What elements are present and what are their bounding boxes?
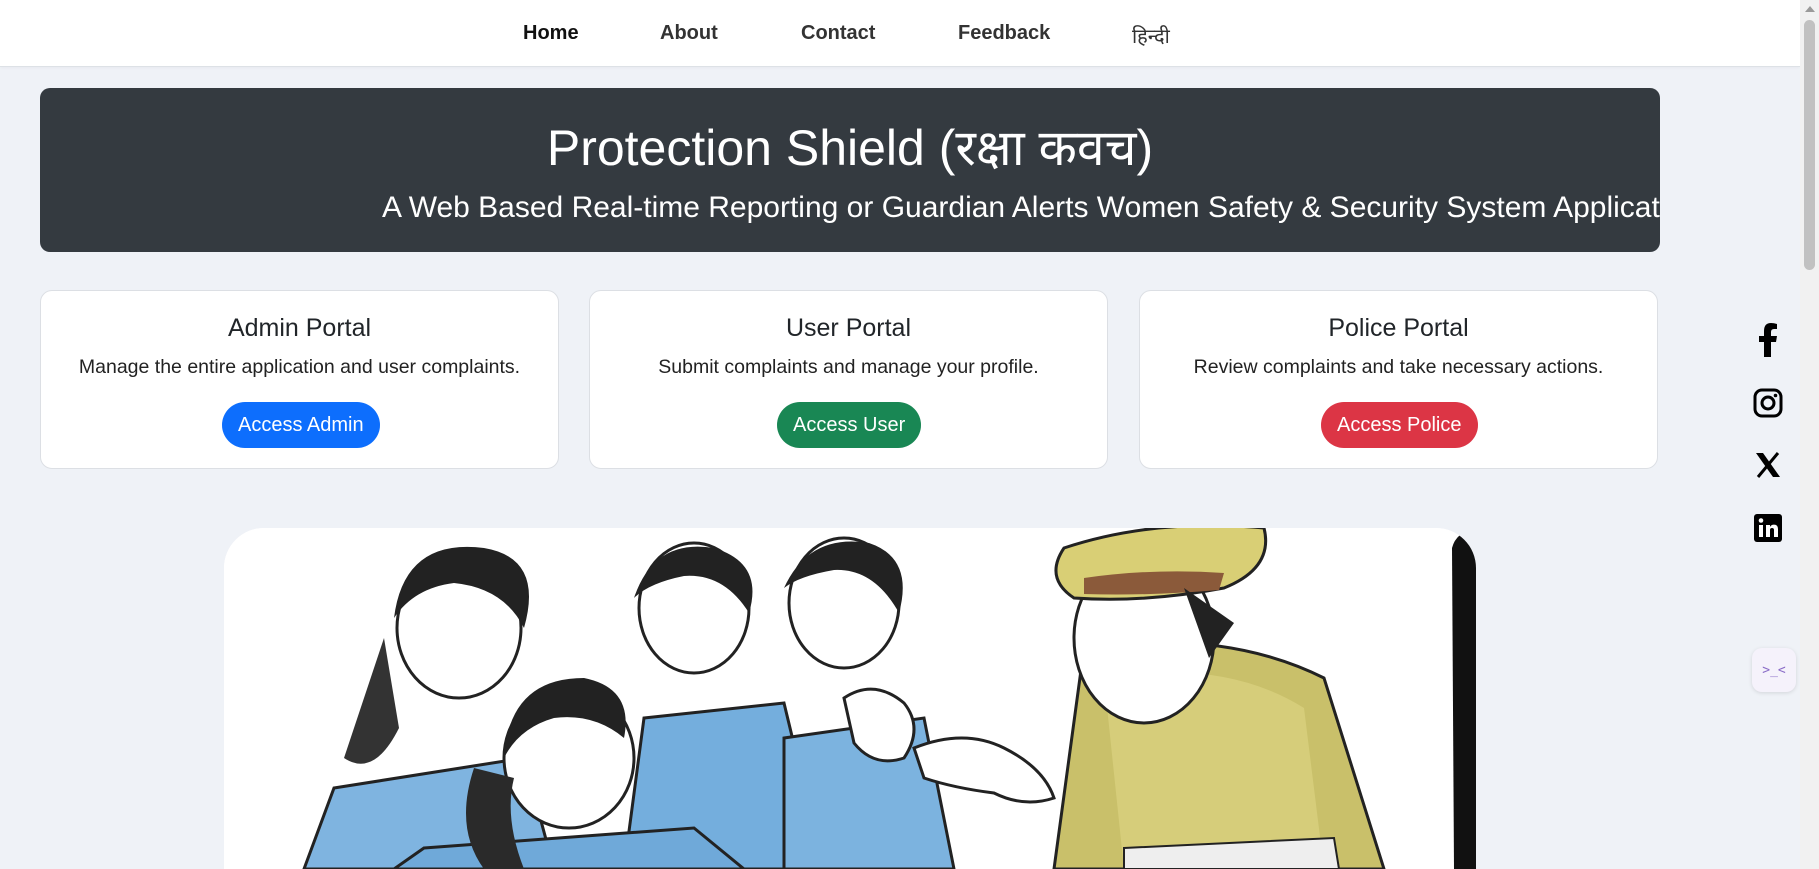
instagram-icon[interactable] xyxy=(1746,381,1790,425)
linkedin-icon[interactable] xyxy=(1746,506,1790,550)
chat-widget-label: >_< xyxy=(1762,662,1786,678)
police-portal-title: Police Portal xyxy=(1328,314,1469,342)
scroll-up-arrow[interactable] xyxy=(1805,6,1815,12)
hero-subtitle: A Web Based Real-time Reporting or Guard… xyxy=(382,191,1660,224)
police-portal-card: Police Portal Review complaints and take… xyxy=(1139,290,1658,469)
police-portal-description: Review complaints and take necessary act… xyxy=(1193,356,1604,378)
admin-portal-card: Admin Portal Manage the entire applicati… xyxy=(40,290,559,469)
page-scrollbar[interactable] xyxy=(1800,0,1819,869)
user-portal-title: User Portal xyxy=(785,314,912,342)
women-police-illustration xyxy=(224,528,1476,869)
hero-title: Protection Shield (रक्षा कवच) xyxy=(546,120,1154,176)
hero-subtitle-marquee: A Web Based Real-time Reporting or Guard… xyxy=(342,188,1660,228)
access-admin-button[interactable]: Access Admin xyxy=(222,402,380,448)
hero-banner: Protection Shield (रक्षा कवच) A Web Base… xyxy=(40,88,1660,252)
top-navbar: Home About Contact Feedback हिन्दी xyxy=(0,0,1800,67)
scrollbar-thumb[interactable] xyxy=(1804,20,1815,270)
user-portal-description: Submit complaints and manage your profil… xyxy=(658,356,1039,378)
hero-illustration xyxy=(224,528,1476,869)
x-twitter-icon[interactable] xyxy=(1746,443,1790,487)
admin-portal-title: Admin Portal xyxy=(227,314,372,342)
admin-portal-description: Manage the entire application and user c… xyxy=(78,356,521,378)
nav-about-link[interactable]: About xyxy=(660,22,718,45)
access-user-button[interactable]: Access User xyxy=(777,402,922,448)
nav-hindi-link[interactable]: हिन्दी xyxy=(1132,22,1170,49)
chat-widget-button[interactable]: >_< xyxy=(1752,648,1796,692)
nav-home-link[interactable]: Home xyxy=(523,22,579,45)
facebook-icon[interactable] xyxy=(1746,318,1790,362)
nav-feedback-link[interactable]: Feedback xyxy=(958,22,1050,45)
nav-contact-link[interactable]: Contact xyxy=(801,22,875,45)
user-portal-card: User Portal Submit complaints and manage… xyxy=(589,290,1108,469)
access-police-button[interactable]: Access Police xyxy=(1321,402,1478,448)
